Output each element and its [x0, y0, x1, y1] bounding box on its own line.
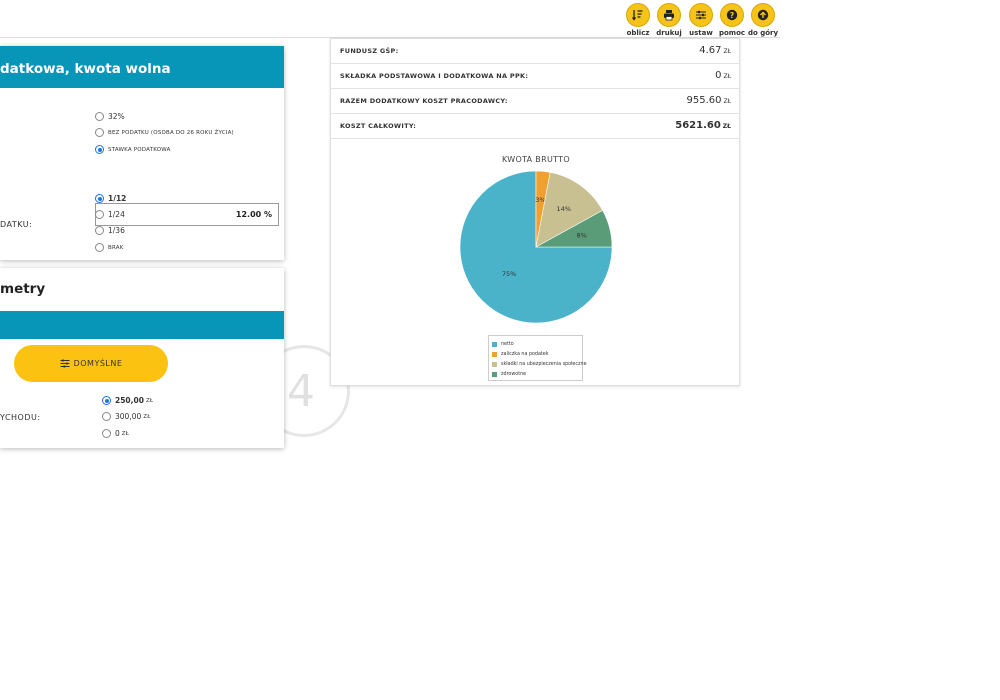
fraction-none-label: brak [108, 244, 124, 251]
cost-0-value: 0 [115, 429, 120, 438]
pie-label-net: 75% [502, 270, 516, 278]
cost-300-value: 300,00 [115, 412, 142, 421]
radio-tax-rate[interactable] [95, 145, 104, 154]
pie-label-health: 8% [576, 231, 586, 239]
option-rate-32[interactable]: 32% [95, 112, 125, 121]
option-fraction-1-24[interactable]: 1/24 [95, 210, 125, 219]
tax-card-header: datkowa, kwota wolna [0, 46, 284, 88]
sort-calc-icon [626, 3, 650, 27]
arrow-up-icon [751, 3, 775, 27]
legend-label-social: składki na ubezpieczenia społeczne [501, 361, 587, 367]
sliders-icon [60, 359, 70, 368]
radio-fraction-1-36[interactable] [95, 226, 104, 235]
legend-item-health: zdrowotne [492, 369, 582, 379]
fraction-1-12-label: 1/12 [108, 194, 127, 203]
default-button[interactable]: DOMYŚLNE [14, 345, 168, 382]
option-cost-300[interactable]: 300,00 ZŁ [102, 412, 151, 421]
option-no-tax-label: bez podatku (osoba do 26 roku życia) [108, 129, 234, 136]
option-tax-rate-label: stawka podatkowa [108, 146, 171, 153]
sliders-icon [689, 3, 713, 27]
params-side-label: YCHODU: [0, 413, 41, 422]
parameters-card-title: metry [0, 281, 46, 297]
radio-no-tax[interactable] [95, 128, 104, 137]
option-cost-0[interactable]: 0 ZŁ [102, 429, 129, 438]
svg-text:?: ? [730, 11, 735, 20]
radio-cost-300[interactable] [102, 412, 111, 421]
legend-item-tax: zaliczka na podatek [492, 349, 582, 359]
legend-label-net: netto [501, 341, 514, 347]
legend-item-net: netto [492, 339, 582, 349]
pie-chart: 75% 3% 14% 8% [459, 170, 613, 324]
option-fraction-1-36[interactable]: 1/36 [95, 226, 125, 235]
step-watermark-number: 4 [287, 366, 315, 417]
legend-label-tax: zaliczka na podatek [501, 351, 549, 357]
default-button-label: DOMYŚLNE [73, 359, 123, 368]
legend-swatch-net [492, 341, 497, 347]
option-no-tax[interactable]: bez podatku (osoba do 26 roku życia) [95, 128, 234, 137]
printer-icon [657, 3, 681, 27]
parameters-card: metry DOMYŚLNE YCHODU: 250,00 ZŁ 300,00 … [0, 268, 284, 448]
legend-item-social: składki na ubezpieczenia społeczne [492, 359, 587, 369]
cost-250-unit: ZŁ [145, 397, 154, 404]
scroll-top-button[interactable]: do góry [748, 3, 778, 37]
chart-legend: netto zaliczka na podatek składki na ube… [488, 335, 587, 381]
summary-panel: Fundusz GŚP: 4.67 ZŁ Składka podstawowa i… [330, 38, 740, 386]
radio-fraction-1-12[interactable] [95, 194, 104, 203]
toolbar: oblicz drukuj ustaw ? pomoc do góry [0, 0, 780, 38]
radio-rate-32[interactable] [95, 112, 104, 121]
option-tax-rate[interactable]: stawka podatkowa [95, 145, 171, 154]
legend-label-health: zdrowotne [501, 371, 527, 377]
radio-fraction-1-24[interactable] [95, 210, 104, 219]
cost-250-value: 250,00 [115, 396, 144, 405]
cost-300-unit: ZŁ [143, 413, 151, 420]
legend-swatch-social [492, 361, 497, 367]
pie-label-social: 14% [556, 205, 570, 213]
fraction-1-24-label: 1/24 [108, 210, 125, 219]
option-fraction-1-12[interactable]: 1/12 [95, 194, 126, 203]
option-fraction-none[interactable]: brak [95, 243, 124, 252]
scroll-top-label: do góry [747, 29, 779, 37]
radio-cost-0[interactable] [102, 429, 111, 438]
legend-swatch-health [492, 371, 497, 377]
radio-cost-250[interactable] [102, 396, 111, 405]
help-icon: ? [720, 3, 744, 27]
page: oblicz drukuj ustaw ? pomoc do góry datk… [0, 0, 1000, 700]
fraction-1-36-label: 1/36 [108, 226, 125, 235]
tax-settings-card: datkowa, kwota wolna 32% bez podatku (os… [0, 46, 284, 260]
option-rate-32-label: 32% [108, 112, 125, 121]
legend-swatch-tax [492, 351, 497, 357]
pie-label-tax: 3% [535, 196, 545, 204]
cost-0-unit: ZŁ [121, 430, 130, 437]
tax-side-label: DATKU: [0, 220, 33, 229]
option-cost-250[interactable]: 250,00 ZŁ [102, 396, 153, 405]
radio-fraction-none[interactable] [95, 243, 104, 252]
parameters-card-bar [0, 311, 284, 339]
